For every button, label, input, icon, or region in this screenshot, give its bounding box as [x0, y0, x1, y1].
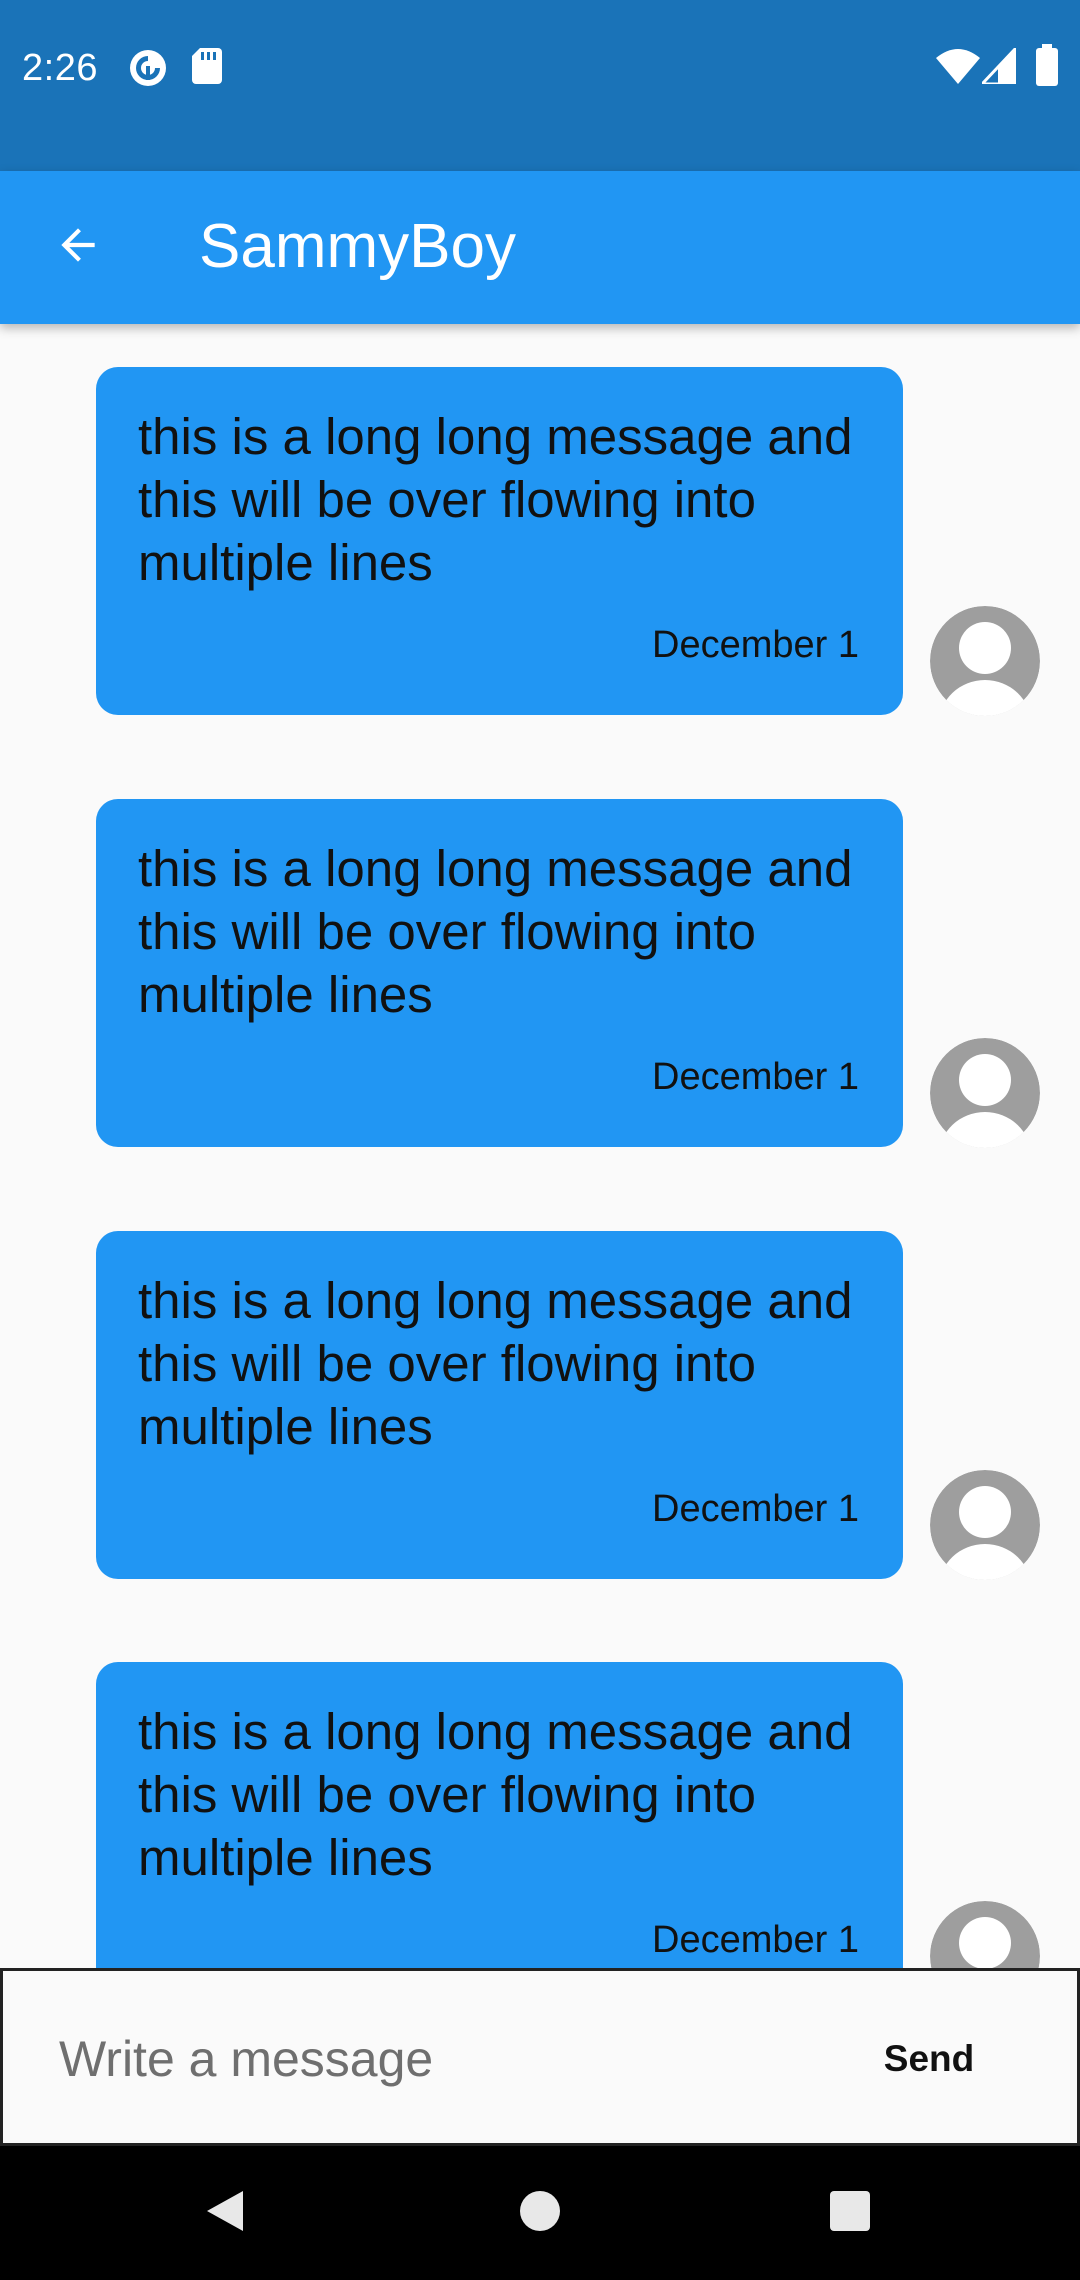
person-avatar-icon[interactable]	[930, 1901, 1040, 1968]
home-circle-icon	[519, 2190, 561, 2237]
sd-card-icon	[192, 48, 222, 84]
message-bubble[interactable]: this is a long long message and this wil…	[96, 799, 903, 1147]
send-button[interactable]: Send	[861, 2015, 997, 2103]
message-composer: Send	[0, 1968, 1080, 2146]
message-row: this is a long long message and this wil…	[0, 1188, 1080, 1580]
person-avatar-icon[interactable]	[930, 1470, 1040, 1580]
pocket-casts-icon	[128, 48, 168, 88]
message-text: this is a long long message and this wil…	[138, 408, 853, 591]
status-time: 2:26	[22, 47, 98, 89]
back-button[interactable]	[28, 197, 128, 297]
person-avatar-icon[interactable]	[930, 1038, 1040, 1148]
message-bubble[interactable]: this is a long long message and this wil…	[96, 1662, 903, 1968]
nav-recents-button[interactable]	[815, 2178, 885, 2248]
message-text: this is a long long message and this wil…	[138, 840, 853, 1023]
message-date: December 1	[652, 1488, 859, 1530]
chat-title: SammyBoy	[199, 212, 516, 281]
message-row: this is a long long message and this wil…	[0, 324, 1080, 716]
chat-screen: 2:26 SammyBoy this is a long long messag…	[0, 0, 1080, 2280]
message-date: December 1	[652, 624, 859, 666]
system-nav-bar	[0, 2146, 1080, 2280]
cellular-signal-icon	[982, 48, 1016, 84]
back-triangle-icon	[203, 2187, 247, 2240]
message-date: December 1	[652, 1919, 859, 1961]
status-bar: 2:26	[0, 0, 1080, 171]
app-bar: SammyBoy	[0, 171, 1080, 324]
message-bubble[interactable]: this is a long long message and this wil…	[96, 1231, 903, 1579]
battery-icon	[1036, 44, 1058, 86]
message-row: this is a long long message and this wil…	[0, 1619, 1080, 1968]
message-text: this is a long long message and this wil…	[138, 1703, 853, 1886]
message-list[interactable]: this is a long long message and this wil…	[0, 324, 1080, 1968]
recents-square-icon	[829, 2190, 871, 2237]
wifi-icon	[936, 48, 980, 84]
message-text: this is a long long message and this wil…	[138, 1272, 853, 1455]
nav-home-button[interactable]	[505, 2178, 575, 2248]
message-row: this is a long long message and this wil…	[0, 756, 1080, 1148]
message-bubble[interactable]: this is a long long message and this wil…	[96, 367, 903, 715]
person-avatar-icon[interactable]	[930, 606, 1040, 716]
arrow-back-icon	[53, 220, 103, 275]
message-date: December 1	[652, 1056, 859, 1098]
message-input[interactable]	[59, 2011, 819, 2107]
nav-back-button[interactable]	[190, 2178, 260, 2248]
